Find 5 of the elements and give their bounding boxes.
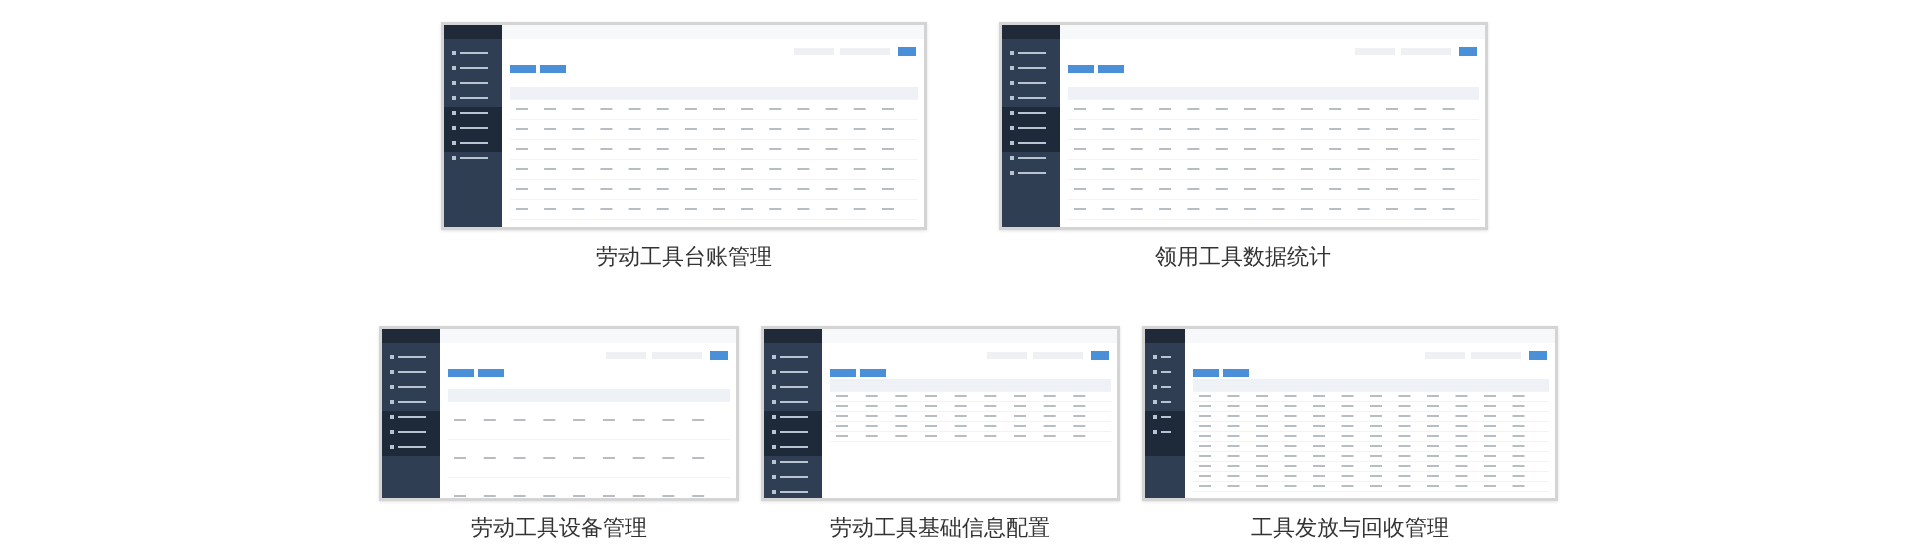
screenshot-caption: 劳动工具设备管理 <box>470 514 647 542</box>
screenshot-caption: 劳动工具基础信息配置 <box>830 514 1050 542</box>
screenshot-caption: 工具发放与回收管理 <box>1250 514 1449 542</box>
screenshot-caption: 领用工具数据统计 <box>1155 243 1331 271</box>
screenshot-caption: 劳动工具台账管理 <box>595 243 772 271</box>
